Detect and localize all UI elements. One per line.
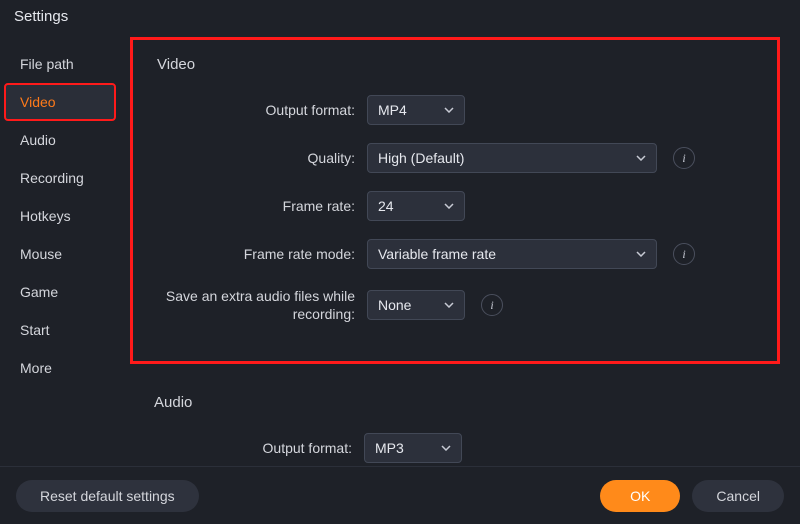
select-audio-output-format[interactable]: MP3 xyxy=(364,433,462,463)
select-quality-value: High (Default) xyxy=(378,150,464,166)
sidebar-item-file-path[interactable]: File path xyxy=(4,45,116,83)
sidebar-item-start[interactable]: Start xyxy=(4,311,116,349)
label-save-extra-audio: Save an extra audio files while recordin… xyxy=(157,287,367,323)
select-output-format-value: MP4 xyxy=(378,102,407,118)
ok-button[interactable]: OK xyxy=(600,480,680,512)
select-frame-rate-mode[interactable]: Variable frame rate xyxy=(367,239,657,269)
select-save-extra-audio-value: None xyxy=(378,297,411,313)
row-frame-rate: Frame rate: 24 xyxy=(157,191,753,221)
row-audio-output-format: Output format: MP3 xyxy=(154,433,756,463)
chevron-down-icon xyxy=(636,155,646,161)
sidebar-item-mouse[interactable]: Mouse xyxy=(4,235,116,273)
label-output-format: Output format: xyxy=(157,101,367,119)
sidebar-item-video[interactable]: Video xyxy=(4,83,116,121)
select-frame-rate[interactable]: 24 xyxy=(367,191,465,221)
select-quality[interactable]: High (Default) xyxy=(367,143,657,173)
label-audio-output-format: Output format: xyxy=(154,439,364,457)
label-frame-rate-mode: Frame rate mode: xyxy=(157,245,367,263)
sidebar-item-more[interactable]: More xyxy=(4,349,116,387)
sidebar-item-hotkeys[interactable]: Hotkeys xyxy=(4,197,116,235)
info-icon[interactable]: i xyxy=(481,294,503,316)
row-frame-rate-mode: Frame rate mode: Variable frame rate i xyxy=(157,239,753,269)
label-quality: Quality: xyxy=(157,149,367,167)
chevron-down-icon xyxy=(444,107,454,113)
row-quality: Quality: High (Default) i xyxy=(157,143,753,173)
select-frame-rate-mode-value: Variable frame rate xyxy=(378,246,496,262)
row-save-extra-audio: Save an extra audio files while recordin… xyxy=(157,287,753,323)
sidebar: File path Video Audio Recording Hotkeys … xyxy=(0,33,120,463)
window-title: Settings xyxy=(0,0,800,33)
select-output-format[interactable]: MP4 xyxy=(367,95,465,125)
sidebar-item-audio[interactable]: Audio xyxy=(4,121,116,159)
video-section: Video Output format: MP4 Quality: High (… xyxy=(130,37,780,364)
sidebar-item-recording[interactable]: Recording xyxy=(4,159,116,197)
main-panel: Video Output format: MP4 Quality: High (… xyxy=(120,33,800,463)
footer: Reset default settings OK Cancel xyxy=(0,466,800,524)
content-area: File path Video Audio Recording Hotkeys … xyxy=(0,33,800,463)
video-section-title: Video xyxy=(157,56,753,73)
chevron-down-icon xyxy=(441,445,451,451)
select-frame-rate-value: 24 xyxy=(378,198,394,214)
select-save-extra-audio[interactable]: None xyxy=(367,290,465,320)
sidebar-item-game[interactable]: Game xyxy=(4,273,116,311)
chevron-down-icon xyxy=(444,203,454,209)
chevron-down-icon xyxy=(444,302,454,308)
info-icon[interactable]: i xyxy=(673,147,695,169)
row-output-format: Output format: MP4 xyxy=(157,95,753,125)
chevron-down-icon xyxy=(636,251,646,257)
select-audio-output-format-value: MP3 xyxy=(375,440,404,456)
cancel-button[interactable]: Cancel xyxy=(692,480,784,512)
info-icon[interactable]: i xyxy=(673,243,695,265)
reset-default-button[interactable]: Reset default settings xyxy=(16,480,199,512)
audio-section-title: Audio xyxy=(154,394,756,411)
label-frame-rate: Frame rate: xyxy=(157,197,367,215)
audio-section: Audio Output format: MP3 Bitrate: 128 kb… xyxy=(130,378,780,463)
